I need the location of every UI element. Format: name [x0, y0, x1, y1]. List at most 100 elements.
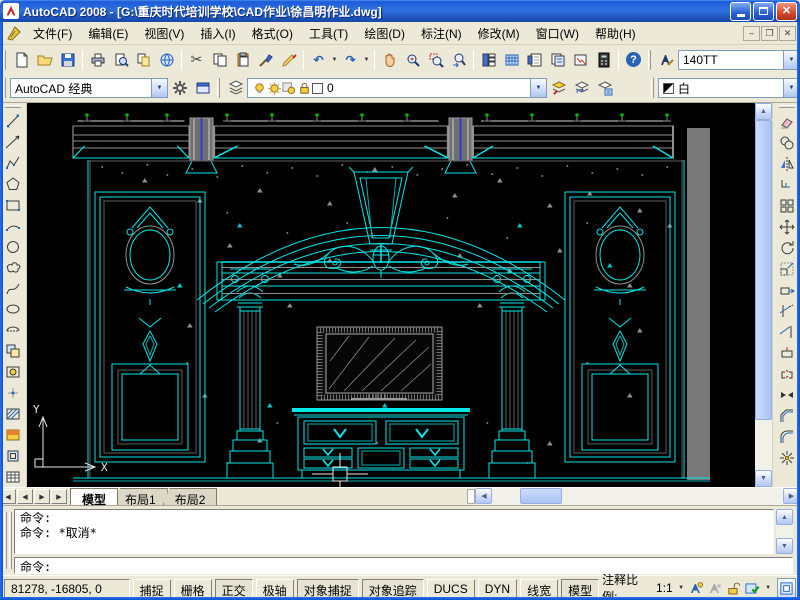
erase-button[interactable] — [775, 111, 798, 132]
close-button[interactable]: ✕ — [776, 2, 797, 21]
status-toggle-snap[interactable]: 捕捉 — [133, 579, 171, 598]
tab-next-button[interactable]: ▶ — [34, 489, 50, 504]
status-toggle-otrack[interactable]: 对象追踪 — [362, 579, 424, 598]
tab-layout2[interactable]: 布局2 — [163, 488, 218, 505]
tab-model[interactable]: 模型 — [70, 488, 118, 505]
stretch-button[interactable] — [775, 279, 798, 300]
vertical-scroll-thumb[interactable] — [755, 120, 772, 420]
scroll-left-button[interactable]: ◀ — [475, 488, 492, 504]
spline-button[interactable] — [2, 278, 25, 299]
status-toggle-ducs[interactable]: DUCS — [427, 579, 475, 598]
menu-item-modify[interactable]: 修改(M) — [470, 22, 528, 45]
toolbar-grip[interactable] — [648, 50, 651, 70]
menu-item-format[interactable]: 格式(O) — [244, 22, 301, 45]
cad-drawing[interactable]: Y X — [27, 103, 755, 487]
zoom-previous-button[interactable] — [447, 48, 470, 71]
status-toggle-polar[interactable]: 极轴 — [256, 579, 294, 598]
horizontal-scroll-thumb[interactable] — [520, 488, 562, 504]
layer-vp-freeze-icon[interactable] — [282, 81, 297, 96]
scroll-up-button[interactable]: ▲ — [755, 103, 772, 120]
undo-dropdown-icon[interactable]: ▼ — [330, 57, 339, 63]
sheetset-manager-button[interactable] — [546, 48, 569, 71]
layer-lock-icon[interactable] — [297, 81, 312, 96]
ellipse-button[interactable] — [2, 299, 25, 320]
make-block-button[interactable] — [2, 362, 25, 383]
title-bar[interactable]: AutoCAD 2008 - [G:\重庆时代培训学校\CAD作业\徐昌明作业.… — [0, 0, 800, 22]
tab-prev-button[interactable]: ◀ — [17, 489, 33, 504]
polygon-button[interactable] — [2, 174, 25, 195]
save-button[interactable] — [56, 48, 79, 71]
polyline-button[interactable] — [2, 153, 25, 174]
drawing-canvas[interactable]: Y X — [27, 103, 755, 487]
workspace-settings-button[interactable] — [168, 77, 191, 100]
annotation-scale-dropdown-icon[interactable]: ▼ — [677, 585, 686, 591]
copy-button[interactable] — [775, 132, 798, 153]
command-scroll-up-button[interactable]: ▲ — [776, 509, 793, 525]
toolbar-grip[interactable] — [5, 105, 21, 108]
properties-palette-button[interactable] — [477, 48, 500, 71]
move-button[interactable] — [775, 216, 798, 237]
point-button[interactable] — [2, 383, 25, 404]
command-history[interactable]: 命令: 命令: *取消* — [14, 509, 774, 554]
workspace-combo[interactable]: AutoCAD 经典 ▼ — [10, 78, 168, 98]
offset-button[interactable] — [775, 174, 798, 195]
layer-previous-button[interactable] — [570, 77, 593, 100]
plot-preview-button[interactable] — [109, 48, 132, 71]
clean-screen-button[interactable] — [777, 578, 797, 598]
layer-properties-button[interactable] — [224, 77, 247, 100]
help-button[interactable]: ? — [622, 48, 645, 71]
designcenter-button[interactable] — [500, 48, 523, 71]
chamfer-button[interactable] — [775, 405, 798, 426]
command-window-grip[interactable] — [4, 512, 7, 569]
markup-button[interactable] — [569, 48, 592, 71]
menu-item-tools[interactable]: 工具(T) — [301, 22, 356, 45]
text-style-combo[interactable]: 140TT ▼ — [678, 50, 800, 70]
join-button[interactable] — [775, 384, 798, 405]
tray-service-icon[interactable] — [745, 581, 760, 596]
open-button[interactable] — [33, 48, 56, 71]
array-button[interactable] — [775, 195, 798, 216]
menu-item-file[interactable]: 文件(F) — [25, 22, 80, 45]
layer-combo[interactable]: 0 ▼ — [247, 78, 547, 98]
3d-dwf-button[interactable] — [155, 48, 178, 71]
menu-item-edit[interactable]: 编辑(E) — [80, 22, 136, 45]
block-editor-button[interactable] — [277, 48, 300, 71]
trim-button[interactable] — [775, 300, 798, 321]
status-toggle-dyn[interactable]: DYN — [478, 579, 517, 598]
toolbar-grip[interactable] — [3, 78, 6, 98]
layer-on-icon[interactable] — [252, 81, 267, 96]
menu-item-draw[interactable]: 绘图(D) — [356, 22, 413, 45]
scroll-down-button[interactable]: ▼ — [755, 470, 772, 487]
toolbar-grip[interactable] — [3, 50, 6, 70]
copy-clip-button[interactable] — [208, 48, 231, 71]
zoom-realtime-button[interactable] — [401, 48, 424, 71]
annotation-visibility-icon[interactable] — [689, 581, 704, 596]
explode-button[interactable] — [775, 447, 798, 468]
command-scrollbar[interactable]: ▲ ▼ — [776, 509, 793, 554]
mdi-close-button[interactable]: ✕ — [779, 26, 796, 41]
tool-palettes-button[interactable] — [523, 48, 546, 71]
toolbar-grip[interactable] — [651, 78, 654, 98]
plot-button[interactable] — [86, 48, 109, 71]
region-button[interactable] — [2, 445, 25, 466]
status-toggle-model[interactable]: 模型 — [561, 579, 599, 598]
restore-button[interactable] — [753, 2, 774, 21]
undo-button[interactable]: ↶ — [307, 48, 330, 71]
combo-arrow-icon[interactable]: ▼ — [151, 79, 167, 97]
minimize-button[interactable] — [730, 2, 751, 21]
break-button[interactable] — [775, 363, 798, 384]
toolbar-lock-icon[interactable] — [727, 581, 742, 596]
gradient-button[interactable] — [2, 424, 25, 445]
make-layer-current-button[interactable] — [547, 77, 570, 100]
color-combo[interactable]: 白 ▼ — [658, 78, 800, 98]
menu-item-window[interactable]: 窗口(W) — [528, 22, 587, 45]
hatch-button[interactable] — [2, 403, 25, 424]
layer-states-button[interactable] — [593, 77, 616, 100]
scrollbar-splitter[interactable] — [467, 489, 475, 504]
break-at-point-button[interactable] — [775, 342, 798, 363]
ellipse-arc-button[interactable] — [2, 320, 25, 341]
scale-button[interactable] — [775, 258, 798, 279]
menu-item-dimension[interactable]: 标注(N) — [413, 22, 470, 45]
annotation-scale-value[interactable]: 1:1 — [656, 581, 673, 595]
revision-cloud-button[interactable] — [2, 257, 25, 278]
